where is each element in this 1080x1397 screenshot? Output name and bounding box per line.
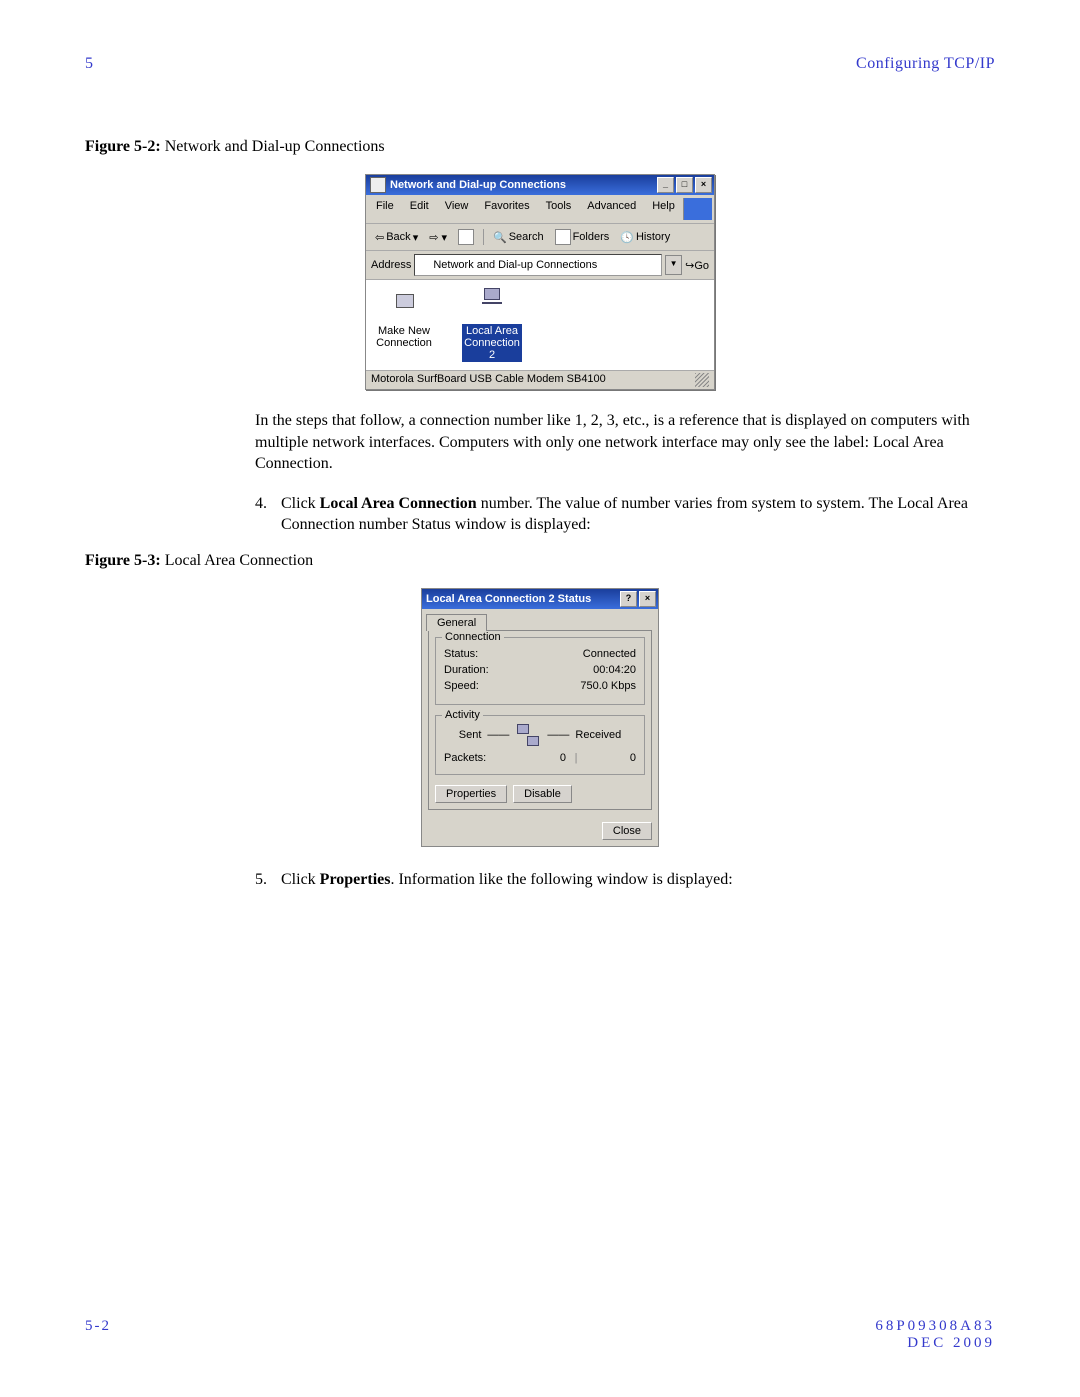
go-button[interactable]: ↪Go <box>685 259 709 272</box>
menu-bar: File Edit View Favorites Tools Advanced … <box>366 195 714 224</box>
dialog-close-button[interactable]: × <box>639 591 656 607</box>
status-bar: Motorola SurfBoard USB Cable Modem SB410… <box>366 370 714 389</box>
connection-status-dialog: Local Area Connection 2 Status ? × Gener… <box>421 588 659 847</box>
speed-label: Speed: <box>444 680 479 692</box>
speed-value: 750.0 Kbps <box>580 680 636 692</box>
address-dropdown[interactable]: ▼ <box>665 255 682 275</box>
folder-content: Make New Connection Local Area Connectio… <box>366 280 714 370</box>
wizard-icon <box>388 288 420 320</box>
doc-number: 68P09308A83 <box>875 1318 995 1334</box>
network-icon <box>476 288 508 320</box>
status-value: Connected <box>583 648 636 660</box>
disable-button[interactable]: Disable <box>513 785 572 803</box>
tab-general[interactable]: General <box>426 614 487 631</box>
connection-group: Connection Status:Connected Duration:00:… <box>435 637 645 705</box>
up-icon <box>458 229 474 245</box>
duration-label: Duration: <box>444 664 489 676</box>
window-icon <box>370 177 386 193</box>
activity-icon <box>515 724 541 746</box>
search-button[interactable]: 🔍Search <box>489 229 548 246</box>
page-number: 5-2 <box>85 1318 111 1352</box>
address-field[interactable]: Network and Dial-up Connections <box>414 254 662 276</box>
dialog-title: Local Area Connection 2 Status <box>426 593 591 605</box>
status-label: Status: <box>444 648 478 660</box>
activity-group: Activity Sent —— —— Received Packets: 0 … <box>435 715 645 775</box>
chapter-number: 5 <box>85 55 93 73</box>
close-button[interactable]: × <box>695 177 712 193</box>
step-5: 5. Click Properties. Information like th… <box>255 869 995 891</box>
forward-button[interactable]: ⇨ ▾ <box>425 229 451 246</box>
folders-icon <box>555 229 571 245</box>
received-label: Received <box>575 729 621 741</box>
address-icon <box>418 259 430 271</box>
menu-file[interactable]: File <box>368 198 402 220</box>
close-button[interactable]: Close <box>602 822 652 840</box>
folders-button[interactable]: Folders <box>551 227 614 247</box>
sent-label: Sent <box>459 729 482 741</box>
help-button[interactable]: ? <box>620 591 637 607</box>
page-footer: 5-2 68P09308A83 DEC 2009 <box>85 1318 995 1352</box>
title-bar: Network and Dial-up Connections _ □ × <box>366 175 714 195</box>
local-area-connection-icon[interactable]: Local Area Connection 2 <box>462 288 522 362</box>
address-label: Address <box>371 259 411 271</box>
menu-tools[interactable]: Tools <box>538 198 580 220</box>
menu-help[interactable]: Help <box>644 198 683 220</box>
brand-icon <box>683 198 712 220</box>
menu-favorites[interactable]: Favorites <box>476 198 537 220</box>
paragraph-1: In the steps that follow, a connection n… <box>255 410 995 475</box>
resize-grip[interactable] <box>695 373 709 387</box>
section-title: Configuring TCP/IP <box>856 55 995 73</box>
menu-advanced[interactable]: Advanced <box>579 198 644 220</box>
doc-date: DEC 2009 <box>907 1335 995 1351</box>
window-title: Network and Dial-up Connections <box>390 179 566 191</box>
dialog-title-bar: Local Area Connection 2 Status ? × <box>422 589 658 609</box>
menu-view[interactable]: View <box>437 198 477 220</box>
packets-received-value: 0 <box>586 752 636 764</box>
back-button[interactable]: ⇦ Back ▾ <box>371 229 422 246</box>
maximize-button[interactable]: □ <box>676 177 693 193</box>
address-bar: Address Network and Dial-up Connections … <box>366 251 714 280</box>
step-4: 4. Click Local Area Connection number. T… <box>255 493 995 536</box>
make-new-connection-icon[interactable]: Make New Connection <box>374 288 434 362</box>
network-connections-window: Network and Dial-up Connections _ □ × Fi… <box>365 174 715 390</box>
packets-label: Packets: <box>444 752 516 764</box>
history-button[interactable]: 🕓History <box>616 229 674 246</box>
figure-5-3-caption: Figure 5-3: Local Area Connection <box>85 552 995 570</box>
up-button[interactable] <box>454 227 478 247</box>
minimize-button[interactable]: _ <box>657 177 674 193</box>
packets-sent-value: 0 <box>516 752 566 764</box>
properties-button[interactable]: Properties <box>435 785 507 803</box>
toolbar: ⇦ Back ▾ ⇨ ▾ 🔍Search Folders 🕓History <box>366 224 714 251</box>
menu-edit[interactable]: Edit <box>402 198 437 220</box>
duration-value: 00:04:20 <box>593 664 636 676</box>
tab-row: General <box>422 609 658 630</box>
figure-5-2-caption: Figure 5-2: Network and Dial-up Connecti… <box>85 138 995 156</box>
